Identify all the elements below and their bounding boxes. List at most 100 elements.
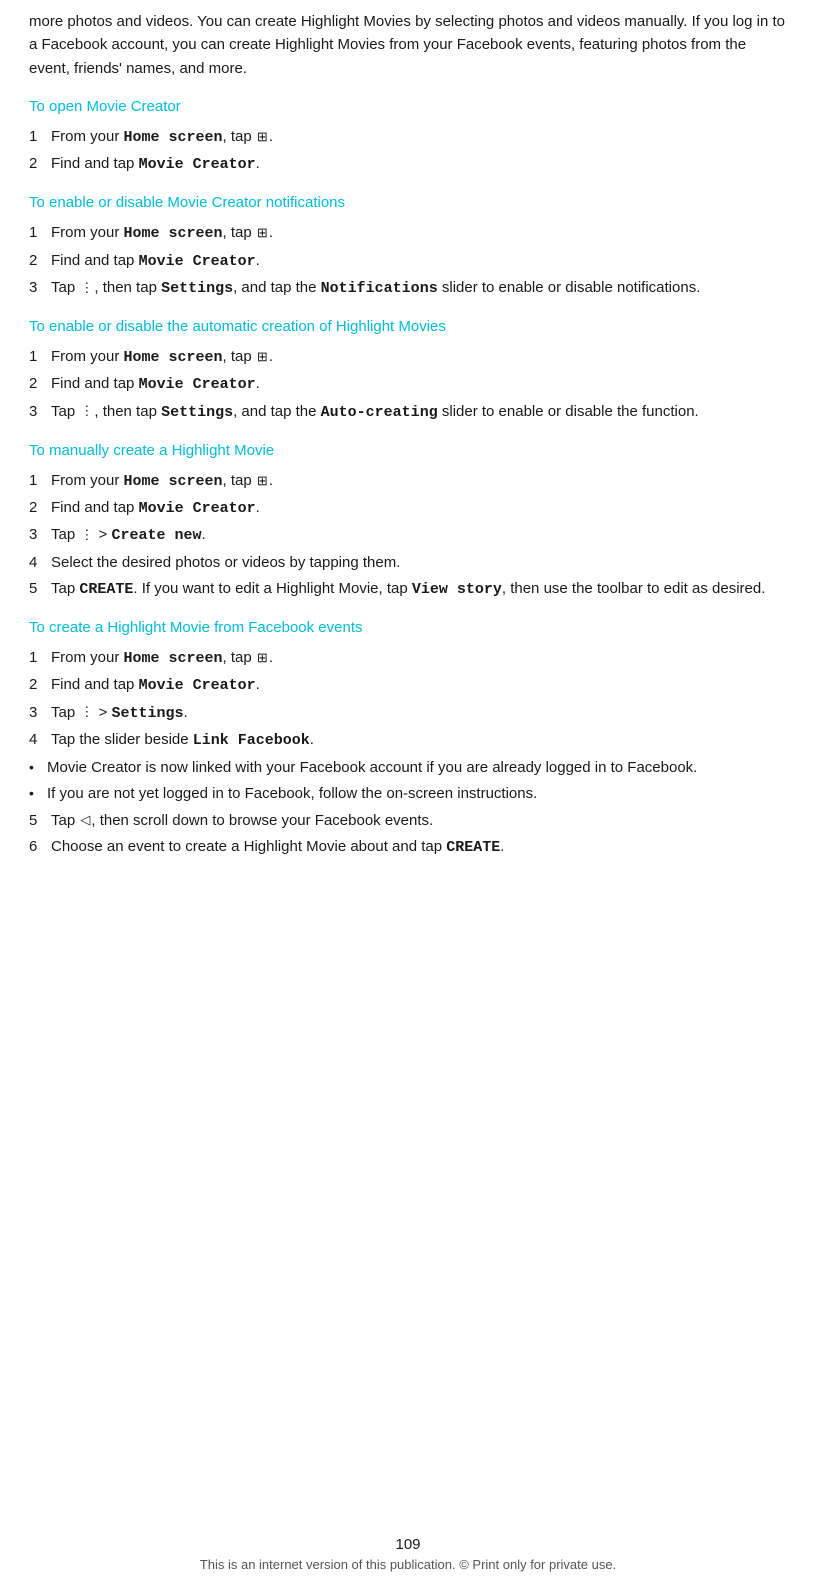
step-item: 2 Find and tap Movie Creator. xyxy=(29,496,787,520)
menu-icon: ⋮ xyxy=(80,702,93,722)
bold-term: Movie Creator xyxy=(139,253,256,270)
bold-term: Home screen xyxy=(124,349,223,366)
step-text: Find and tap Movie Creator. xyxy=(51,152,787,176)
step-item: 3 Tap ⋮ > Settings. xyxy=(29,701,787,725)
bold-term: Movie Creator xyxy=(139,677,256,694)
bold-term: Movie Creator xyxy=(139,376,256,393)
step-number: 3 xyxy=(29,701,51,724)
step-text: From your Home screen, tap ⊞. xyxy=(51,345,787,369)
bold-term: Settings xyxy=(111,705,183,722)
page-content: more photos and videos. You can create H… xyxy=(0,0,816,937)
step-item: 1 From your Home screen, tap ⊞. xyxy=(29,345,787,369)
step-item: 1 From your Home screen, tap ⊞. xyxy=(29,125,787,149)
step-number: 1 xyxy=(29,125,51,148)
apps-icon: ⊞ xyxy=(257,127,268,147)
steps-manually-create: 1 From your Home screen, tap ⊞. 2 Find a… xyxy=(29,469,787,601)
step-item: 1 From your Home screen, tap ⊞. xyxy=(29,469,787,493)
step-number: 3 xyxy=(29,523,51,546)
bold-term: Home screen xyxy=(124,225,223,242)
back-icon: ◁ xyxy=(80,810,90,830)
step-text: Tap the slider beside Link Facebook. xyxy=(51,728,787,752)
heading-facebook-events: To create a Highlight Movie from Faceboo… xyxy=(29,619,787,636)
step-text: Find and tap Movie Creator. xyxy=(51,372,787,396)
steps-facebook-events: 1 From your Home screen, tap ⊞. 2 Find a… xyxy=(29,646,787,859)
step-text: Tap ◁, then scroll down to browse your F… xyxy=(51,809,787,832)
step-number: 1 xyxy=(29,345,51,368)
bold-term: Movie Creator xyxy=(139,156,256,173)
step-number: 2 xyxy=(29,673,51,696)
bold-term: Settings xyxy=(161,404,233,421)
step-number: 2 xyxy=(29,496,51,519)
heading-open-movie-creator: To open Movie Creator xyxy=(29,98,787,115)
step-item: 3 Tap ⋮ > Create new. xyxy=(29,523,787,547)
heading-notifications: To enable or disable Movie Creator notif… xyxy=(29,194,787,211)
steps-notifications: 1 From your Home screen, tap ⊞. 2 Find a… xyxy=(29,221,787,300)
heading-manually-create: To manually create a Highlight Movie xyxy=(29,442,787,459)
step-number: 5 xyxy=(29,809,51,832)
step-text: Tap ⋮, then tap Settings, and tap the Au… xyxy=(51,400,787,424)
page-number: 109 xyxy=(0,1536,816,1553)
bold-term: Home screen xyxy=(124,129,223,146)
bold-term: Settings xyxy=(161,280,233,297)
step-text: Tap ⋮ > Create new. xyxy=(51,523,787,547)
menu-icon: ⋮ xyxy=(80,401,93,421)
step-item: 3 Tap ⋮, then tap Settings, and tap the … xyxy=(29,276,787,300)
step-item: 4 Tap the slider beside Link Facebook. •… xyxy=(29,728,787,806)
step-item: 3 Tap ⋮, then tap Settings, and tap the … xyxy=(29,400,787,424)
bold-term: Auto-creating xyxy=(321,404,438,421)
step-text: From your Home screen, tap ⊞. xyxy=(51,221,787,245)
step-text: Find and tap Movie Creator. xyxy=(51,673,787,697)
apps-icon: ⊞ xyxy=(257,471,268,491)
steps-open-movie-creator: 1 From your Home screen, tap ⊞. 2 Find a… xyxy=(29,125,787,177)
bold-term: Link Facebook xyxy=(193,732,310,749)
bold-term: Home screen xyxy=(124,650,223,667)
step-text: Tap CREATE. If you want to edit a Highli… xyxy=(51,577,787,601)
sub-bullet-item: • If you are not yet logged in to Facebo… xyxy=(29,782,787,805)
step-number: 2 xyxy=(29,152,51,175)
footer-note: This is an internet version of this publ… xyxy=(0,1557,816,1572)
steps-auto-creation: 1 From your Home screen, tap ⊞. 2 Find a… xyxy=(29,345,787,424)
step-number: 4 xyxy=(29,728,51,751)
step-item: 4 Select the desired photos or videos by… xyxy=(29,551,787,574)
step-item: 1 From your Home screen, tap ⊞. xyxy=(29,221,787,245)
apps-icon: ⊞ xyxy=(257,347,268,367)
step-item: 6 Choose an event to create a Highlight … xyxy=(29,835,787,859)
intro-paragraph: more photos and videos. You can create H… xyxy=(29,10,787,80)
step-item: 2 Find and tap Movie Creator. xyxy=(29,249,787,273)
bold-term: CREATE xyxy=(79,581,133,598)
step-item: 2 Find and tap Movie Creator. xyxy=(29,673,787,697)
step-number: 6 xyxy=(29,835,51,858)
sub-bullet-item: • Movie Creator is now linked with your … xyxy=(29,756,787,779)
step-number: 5 xyxy=(29,577,51,600)
apps-icon: ⊞ xyxy=(257,223,268,243)
step-number: 3 xyxy=(29,276,51,299)
step-text: Find and tap Movie Creator. xyxy=(51,249,787,273)
step-text: From your Home screen, tap ⊞. xyxy=(51,469,787,493)
step-text: Tap ⋮ > Settings. xyxy=(51,701,787,725)
bold-term: Movie Creator xyxy=(139,500,256,517)
step-number: 2 xyxy=(29,249,51,272)
step-number: 3 xyxy=(29,400,51,423)
bold-term: CREATE xyxy=(446,839,500,856)
step-text: Choose an event to create a Highlight Mo… xyxy=(51,835,787,859)
apps-icon: ⊞ xyxy=(257,648,268,668)
step-item: 2 Find and tap Movie Creator. xyxy=(29,152,787,176)
bold-term: Create new xyxy=(111,527,201,544)
step-text: From your Home screen, tap ⊞. xyxy=(51,646,787,670)
step-number: 1 xyxy=(29,469,51,492)
step-number: 2 xyxy=(29,372,51,395)
bullet-icon: • xyxy=(29,783,47,805)
step-text: Select the desired photos or videos by t… xyxy=(51,551,787,574)
heading-auto-creation: To enable or disable the automatic creat… xyxy=(29,318,787,335)
sub-bullets: • Movie Creator is now linked with your … xyxy=(29,756,787,806)
bold-term: Home screen xyxy=(124,473,223,490)
step-text: Tap ⋮, then tap Settings, and tap the No… xyxy=(51,276,787,300)
bullet-icon: • xyxy=(29,757,47,779)
step-text: Find and tap Movie Creator. xyxy=(51,496,787,520)
bold-term: Notifications xyxy=(321,280,438,297)
menu-icon: ⋮ xyxy=(80,278,93,298)
step-item: 5 Tap CREATE. If you want to edit a High… xyxy=(29,577,787,601)
step-item: 5 Tap ◁, then scroll down to browse your… xyxy=(29,809,787,832)
sub-bullet-text: If you are not yet logged in to Facebook… xyxy=(47,782,787,805)
step-item: 2 Find and tap Movie Creator. xyxy=(29,372,787,396)
